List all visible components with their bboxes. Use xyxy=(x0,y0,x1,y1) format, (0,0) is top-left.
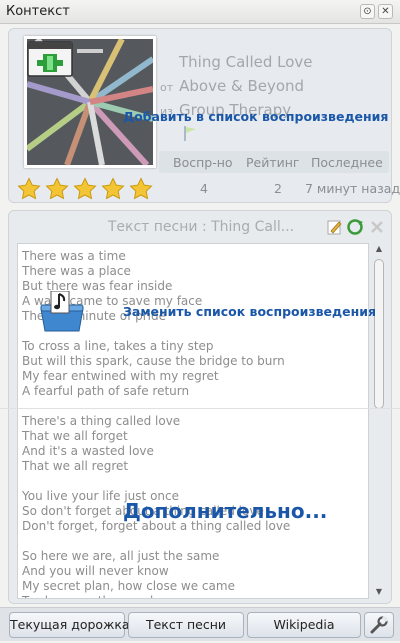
flag-icon xyxy=(184,126,196,141)
overlay-divider xyxy=(0,408,400,409)
scroll-up-icon[interactable]: ▲ xyxy=(374,245,384,253)
add-to-playlist-label[interactable]: Добавить в список воспроизведения xyxy=(123,109,388,124)
last-played-value: 7 минут назад xyxy=(305,181,400,196)
replace-playlist-label[interactable]: Заменить список воспроизведения xyxy=(123,304,376,319)
artist-prefix: от xyxy=(160,81,174,94)
album-cover[interactable] xyxy=(24,36,156,168)
played-count-header: Воспр-но xyxy=(173,155,233,170)
star-icon[interactable] xyxy=(72,177,98,201)
tab-current-track[interactable]: Текущая дорожка xyxy=(9,612,130,638)
refresh-icon[interactable] xyxy=(346,218,364,236)
float-button[interactable]: ⊙ xyxy=(360,4,375,19)
track-artist-line: от Above & Beyond xyxy=(160,77,304,95)
star-icon[interactable] xyxy=(128,177,154,201)
current-track-panel: Thing Called Love от Above & Beyond из Gro… xyxy=(8,28,400,205)
tab-wikipedia[interactable]: Wikipedia xyxy=(247,612,361,638)
wrench-icon xyxy=(370,615,389,634)
close-icon[interactable] xyxy=(368,218,386,236)
replace-playlist-icon xyxy=(40,291,84,332)
star-icon[interactable] xyxy=(44,177,70,201)
rating-value: 2 xyxy=(274,181,282,196)
edit-icon[interactable] xyxy=(325,218,343,236)
played-count-value: 4 xyxy=(200,181,208,196)
track-artist[interactable]: Above & Beyond xyxy=(179,77,304,95)
more-label[interactable]: Дополнительно... xyxy=(123,499,327,523)
bottom-tab-bar: Текущая дорожка Текст песни Wikipedia xyxy=(0,607,400,641)
stats-values: 4 2 7 минут назад xyxy=(159,180,400,200)
window-titlebar: Контекст ⊙ ✕ xyxy=(0,0,400,24)
rating-header: Рейтинг xyxy=(246,155,300,170)
tab-settings[interactable] xyxy=(364,612,394,638)
add-to-playlist-icon xyxy=(27,41,73,77)
rating-stars[interactable] xyxy=(16,177,156,205)
star-icon[interactable] xyxy=(100,177,126,201)
close-button[interactable]: ✕ xyxy=(378,4,393,19)
stats-header: Воспр-но Рейтинг Последнее xyxy=(159,151,389,173)
tab-lyrics[interactable]: Текст песни xyxy=(128,612,244,638)
track-title[interactable]: Thing Called Love xyxy=(179,53,313,71)
scroll-down-icon[interactable]: ▼ xyxy=(374,588,384,596)
scroll-thumb[interactable] xyxy=(374,259,384,409)
window-title: Контекст xyxy=(6,4,70,19)
last-played-header: Последнее xyxy=(311,155,383,170)
lyrics-panel: Текст песни : Thing Call... There was a … xyxy=(8,210,392,604)
lyrics-scrollbar[interactable]: ▲ ▼ xyxy=(371,243,387,599)
star-icon[interactable] xyxy=(16,177,42,201)
